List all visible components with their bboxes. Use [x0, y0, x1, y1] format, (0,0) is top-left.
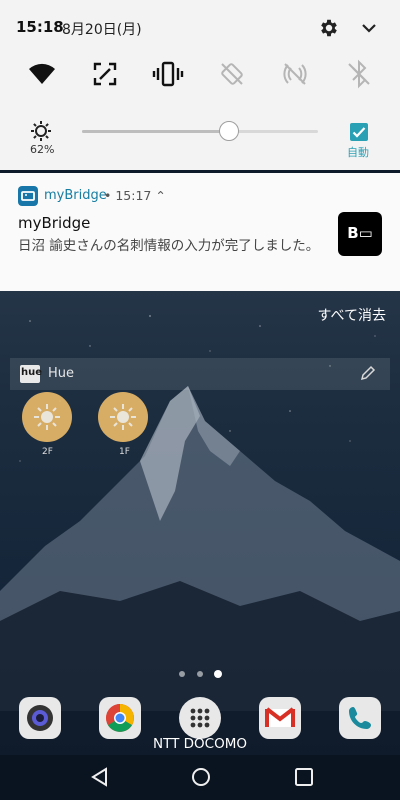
recents-icon[interactable] — [293, 766, 315, 788]
camera-app-icon[interactable] — [19, 697, 61, 739]
gear-icon[interactable] — [318, 17, 340, 39]
lamp-button-2f[interactable] — [22, 392, 72, 442]
page-dot — [197, 671, 203, 677]
gmail-app-icon[interactable] — [259, 697, 301, 739]
notification-time[interactable]: • 15:17 ⌃ — [104, 188, 166, 203]
mybridge-logo: B▭ — [338, 212, 382, 256]
page-dot — [179, 671, 185, 677]
brightness-slider-knob[interactable] — [219, 121, 239, 141]
auto-brightness-checkbox[interactable] — [350, 123, 368, 141]
clear-all-button[interactable]: すべて消去 — [318, 305, 386, 325]
app-drawer-icon[interactable] — [179, 697, 221, 739]
clock: 15:18 — [16, 18, 64, 36]
notification-text: 日沼 諭史さんの名刺情報の入力が完了しました。 — [18, 238, 320, 254]
pencil-icon[interactable] — [360, 365, 376, 381]
lamp-button-1f[interactable] — [98, 392, 148, 442]
lamp-label-1f: 1F — [119, 447, 130, 457]
brightness-icon — [30, 120, 52, 142]
hue-logo[interactable]: hue — [20, 365, 43, 383]
notification-app-name: myBridge — [44, 188, 107, 203]
carrier-label: NTT DOCOMO — [153, 736, 247, 752]
brightness-percent: 62% — [30, 143, 55, 156]
mybridge-app-icon — [18, 186, 38, 206]
screen-capture-icon[interactable] — [89, 58, 121, 90]
auto-rotate-off-icon[interactable] — [216, 58, 248, 90]
page-dot-current — [214, 670, 222, 678]
notification-title: myBridge — [18, 214, 91, 232]
date: 8月20日(月) — [62, 22, 142, 38]
mybridge-logo-text: B▭ — [347, 224, 373, 242]
home-icon[interactable] — [190, 766, 212, 788]
back-icon[interactable] — [88, 766, 110, 788]
hue-widget-title: Hue — [48, 366, 75, 381]
auto-brightness-label: 自動 — [347, 146, 369, 159]
bluetooth-off-icon[interactable] — [343, 58, 375, 90]
chevron-down-icon[interactable] — [360, 20, 378, 36]
vibrate-icon[interactable] — [152, 58, 184, 90]
hue-logo-text: hue — [21, 367, 43, 378]
brightness-slider-fill — [82, 130, 230, 133]
wifi-icon[interactable] — [26, 58, 58, 90]
lamp-label-2f: 2F — [42, 447, 53, 457]
phone-app-icon[interactable] — [339, 697, 381, 739]
nfc-off-icon[interactable] — [279, 58, 311, 90]
chrome-app-icon[interactable] — [99, 697, 141, 739]
